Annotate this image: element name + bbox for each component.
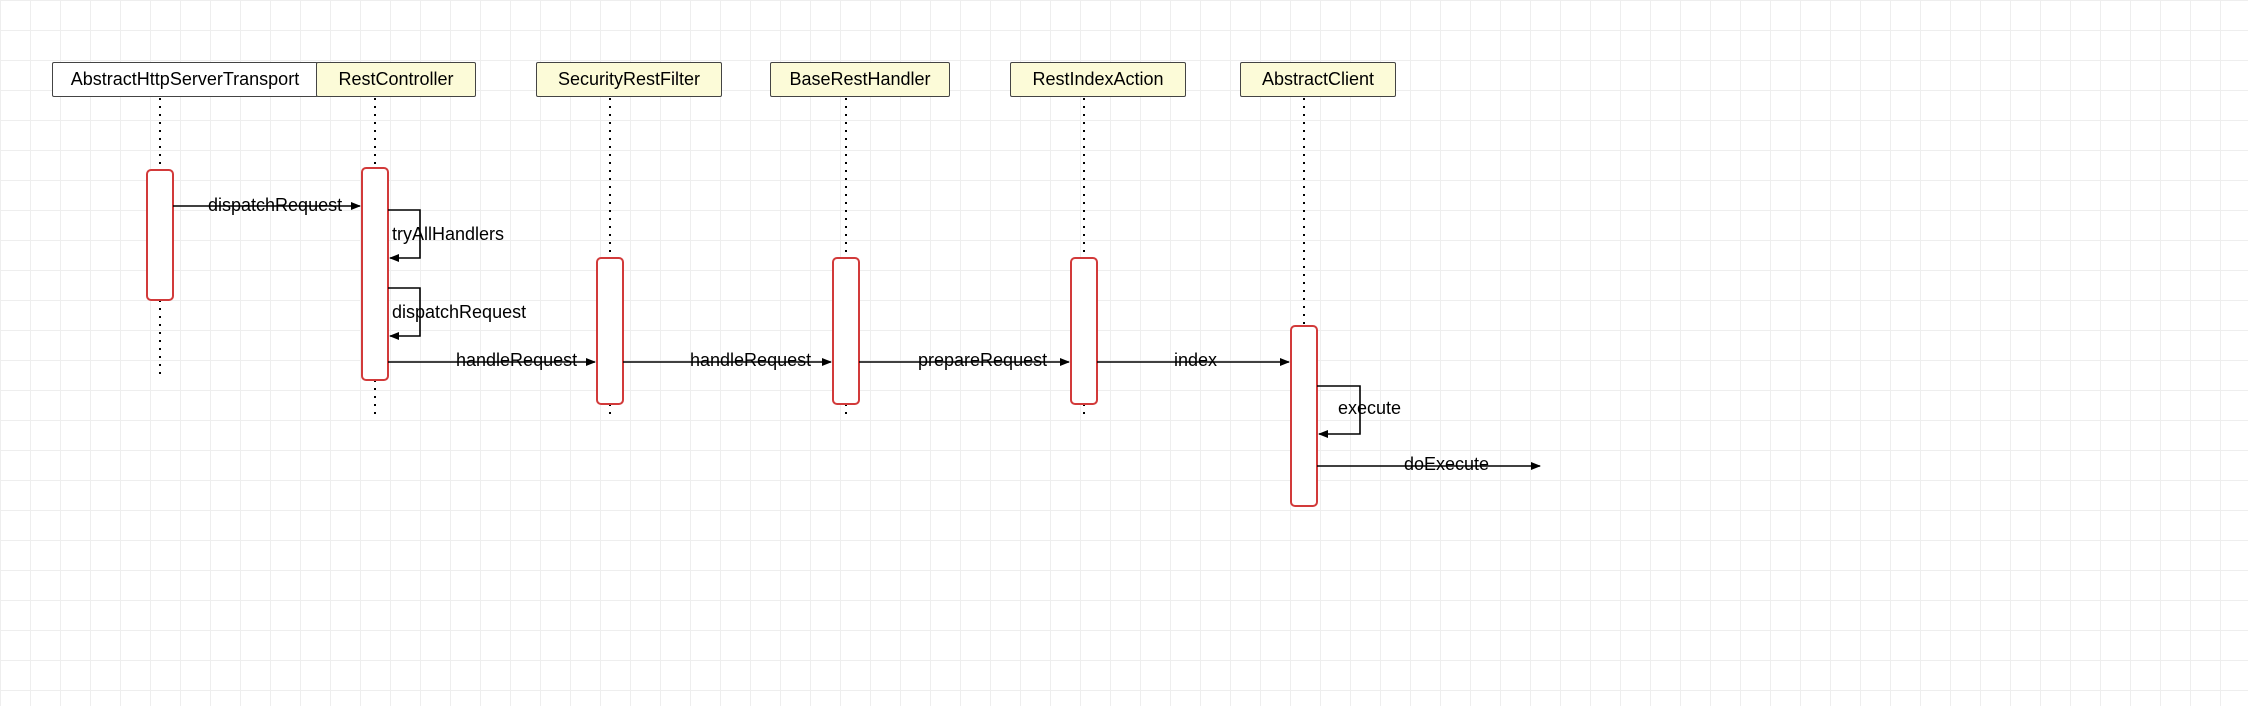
message-dispatch-request-1: dispatchRequest [208,195,342,216]
participant-rest-controller: RestController [316,62,476,97]
message-try-all-handlers: tryAllHandlers [392,224,504,245]
message-index: index [1174,350,1217,371]
message-handle-request-2: handleRequest [690,350,811,371]
participant-rest-index-action: RestIndexAction [1010,62,1186,97]
message-execute: execute [1338,398,1401,419]
sequence-diagram-canvas: AbstractHttpServerTransport RestControll… [0,0,2248,706]
participant-abstract-client: AbstractClient [1240,62,1396,97]
participant-base-rest-handler: BaseRestHandler [770,62,950,97]
participant-security-rest-filter: SecurityRestFilter [536,62,722,97]
message-prepare-request: prepareRequest [918,350,1047,371]
participant-abstract-http-server-transport: AbstractHttpServerTransport [52,62,318,97]
message-do-execute: doExecute [1404,454,1489,475]
message-handle-request-1: handleRequest [456,350,577,371]
message-dispatch-request-2: dispatchRequest [392,302,526,323]
